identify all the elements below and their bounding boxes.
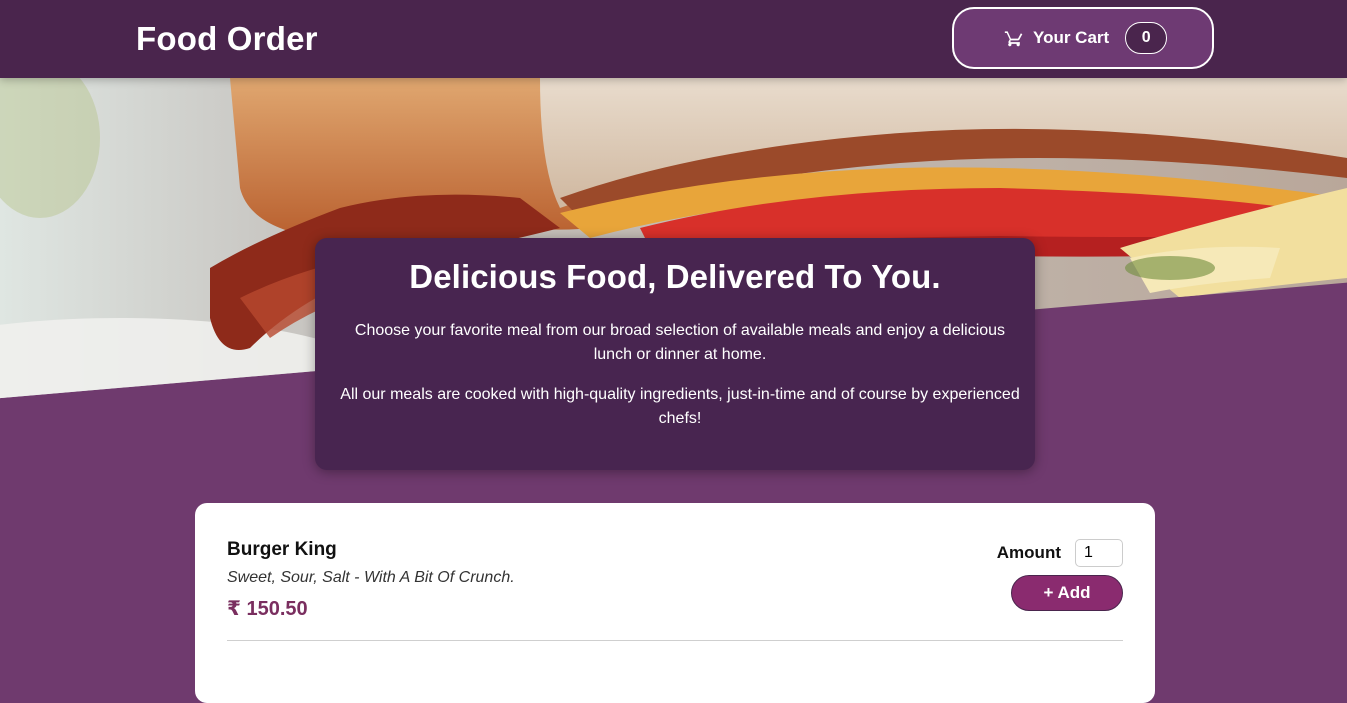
meal-form: Amount + Add — [983, 539, 1123, 611]
amount-label: Amount — [996, 543, 1061, 562]
add-button[interactable]: + Add — [1011, 575, 1123, 611]
summary-heading: Delicious Food, Delivered To You. — [409, 258, 941, 295]
amount-input[interactable] — [1075, 539, 1123, 567]
summary-paragraph-1: Choose your favorite meal from our broad… — [354, 322, 1006, 363]
summary-card: Delicious Food, Delivered To You. Choose… — [315, 238, 1035, 470]
meals-list: Burger King Sweet, Sour, Salt - With A B… — [195, 503, 1155, 703]
cart-icon — [1004, 28, 1024, 48]
amount-row: Amount — [983, 539, 1123, 567]
summary-paragraph-2: All our meals are cooked with high-quali… — [340, 386, 1020, 427]
cart-count-badge: 0 — [1125, 22, 1168, 54]
meal-item: Burger King Sweet, Sour, Salt - With A B… — [227, 539, 1123, 641]
cart-label: Your Cart — [1033, 28, 1110, 47]
cart-button[interactable]: Your Cart 0 — [952, 7, 1214, 69]
app-header: Food Order Your Cart 0 — [0, 0, 1347, 78]
app-title: Food Order — [136, 20, 318, 57]
